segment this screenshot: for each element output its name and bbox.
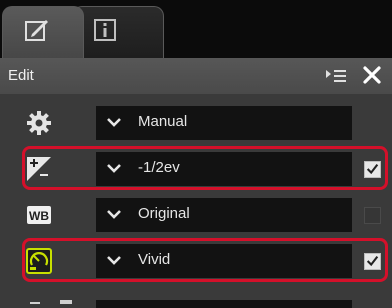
edit-panel: Edit Manual -1/2ev WB Original Vivid [0,0,392,308]
tab-strip [0,0,392,58]
white-balance-checkbox[interactable] [364,207,381,224]
row-white-balance: WB Original [0,192,392,238]
row-partial [0,290,392,308]
chevron-down-icon[interactable] [106,114,122,130]
edit-icon [25,20,48,41]
partial-icon [30,300,72,304]
picture-control-dropdown[interactable] [96,244,352,278]
picture-control-icon[interactable] [26,248,52,274]
close-icon[interactable] [361,64,383,86]
tab-edit[interactable] [2,6,84,58]
white-balance-value: Original [138,205,190,222]
info-icon [94,19,116,41]
mode-value: Manual [138,113,188,130]
picture-control-checkbox[interactable] [364,253,381,270]
row-exposure-compensation: -1/2ev [0,146,392,192]
wb-icon[interactable]: WB [26,202,52,228]
gear-icon[interactable] [26,110,52,136]
white-balance-dropdown[interactable] [96,198,352,232]
exposure-compensation-icon[interactable] [26,156,52,182]
tab-info[interactable] [72,6,164,58]
panel-menu-icon[interactable] [325,67,347,85]
panel-header: Edit [0,58,392,95]
wb-icon-text: WB [29,209,49,223]
row-picture-control-mode: Manual [0,100,392,146]
picture-control-value: Vivid [138,251,171,268]
exposure-dropdown[interactable] [96,152,352,186]
exposure-checkbox[interactable] [364,161,381,178]
row-picture-control: Vivid [0,238,392,284]
adjustment-list: Manual -1/2ev WB Original Vivid [0,94,392,308]
chevron-down-icon[interactable] [106,160,122,176]
mode-dropdown[interactable] [96,106,352,140]
panel-title: Edit [8,67,34,84]
partial-field [96,300,352,308]
chevron-down-icon[interactable] [106,206,122,222]
chevron-down-icon[interactable] [106,252,122,268]
exposure-value: -1/2ev [138,159,180,176]
